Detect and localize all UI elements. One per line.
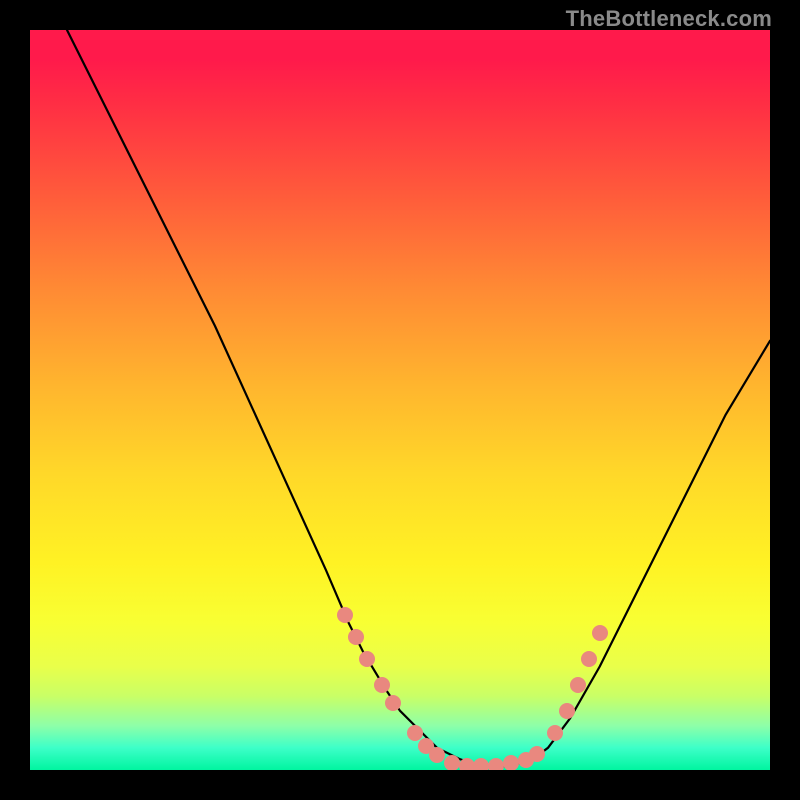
marker-dot [407, 725, 423, 741]
marker-dot [592, 625, 608, 641]
marker-dot [444, 755, 460, 770]
curve-line [67, 30, 770, 767]
plot-area [30, 30, 770, 770]
marker-dot [529, 746, 545, 762]
marker-dot [348, 629, 364, 645]
marker-dot [559, 703, 575, 719]
marker-dot [385, 695, 401, 711]
marker-dot [473, 758, 489, 770]
marker-dot [337, 607, 353, 623]
marker-dot [488, 758, 504, 770]
curve-svg [30, 30, 770, 770]
marker-dot [429, 747, 445, 763]
marker-dot [359, 651, 375, 667]
marker-dot [374, 677, 390, 693]
chart-stage: TheBottleneck.com [0, 0, 800, 800]
marker-dot [547, 725, 563, 741]
marker-dot [570, 677, 586, 693]
marker-dot [581, 651, 597, 667]
marker-dot [459, 758, 475, 770]
marker-dot [503, 755, 519, 770]
watermark-text: TheBottleneck.com [566, 6, 772, 32]
